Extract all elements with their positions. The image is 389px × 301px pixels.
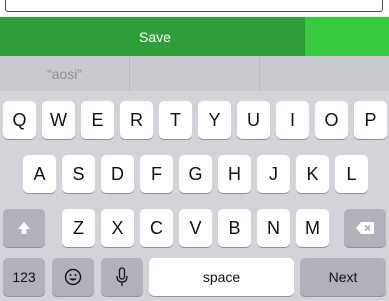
backspace-icon bbox=[356, 222, 374, 234]
toolbar-accent-button[interactable] bbox=[305, 17, 389, 56]
key-o[interactable]: O bbox=[315, 101, 348, 139]
key-y[interactable]: Y bbox=[198, 101, 231, 139]
key-j[interactable]: J bbox=[257, 155, 290, 193]
key-w[interactable]: W bbox=[42, 101, 75, 139]
key-v[interactable]: V bbox=[179, 209, 212, 247]
key-r[interactable]: R bbox=[120, 101, 153, 139]
suggestion-bar: “aosi” bbox=[0, 56, 389, 91]
numbers-key[interactable]: 123 bbox=[3, 258, 45, 296]
key-a[interactable]: A bbox=[23, 155, 56, 193]
key-z[interactable]: Z bbox=[62, 209, 95, 247]
key-f[interactable]: F bbox=[140, 155, 173, 193]
key-e[interactable]: E bbox=[81, 101, 114, 139]
key-p[interactable]: P bbox=[354, 101, 387, 139]
key-d[interactable]: D bbox=[101, 155, 134, 193]
key-n[interactable]: N bbox=[257, 209, 290, 247]
shift-key[interactable] bbox=[3, 209, 45, 247]
key-u[interactable]: U bbox=[237, 101, 270, 139]
next-key[interactable]: Next bbox=[300, 258, 386, 296]
save-button[interactable]: Save bbox=[0, 17, 310, 56]
key-c[interactable]: C bbox=[140, 209, 173, 247]
key-t[interactable]: T bbox=[159, 101, 192, 139]
suggestion-3[interactable] bbox=[260, 56, 389, 91]
keyboard: “aosi” Q W E R T Y U I O P A S D F G H J… bbox=[0, 56, 389, 301]
key-m[interactable]: M bbox=[296, 209, 329, 247]
emoji-icon bbox=[64, 268, 82, 286]
save-toolbar: Save bbox=[0, 17, 389, 56]
dictation-key[interactable] bbox=[101, 258, 143, 296]
key-b[interactable]: B bbox=[218, 209, 251, 247]
key-s[interactable]: S bbox=[62, 155, 95, 193]
key-g[interactable]: G bbox=[179, 155, 212, 193]
key-k[interactable]: K bbox=[296, 155, 329, 193]
key-l[interactable]: L bbox=[335, 155, 368, 193]
emoji-key[interactable] bbox=[52, 258, 94, 296]
suggestion-1[interactable]: “aosi” bbox=[0, 56, 130, 91]
shift-icon bbox=[18, 222, 30, 234]
delete-key[interactable] bbox=[344, 209, 386, 247]
key-h[interactable]: H bbox=[218, 155, 251, 193]
key-i[interactable]: I bbox=[276, 101, 309, 139]
suggestion-2[interactable] bbox=[130, 56, 260, 91]
key-q[interactable]: Q bbox=[3, 101, 36, 139]
space-key[interactable]: space bbox=[149, 258, 294, 296]
microphone-icon bbox=[116, 267, 128, 286]
text-field[interactable] bbox=[5, 0, 383, 12]
key-x[interactable]: X bbox=[101, 209, 134, 247]
